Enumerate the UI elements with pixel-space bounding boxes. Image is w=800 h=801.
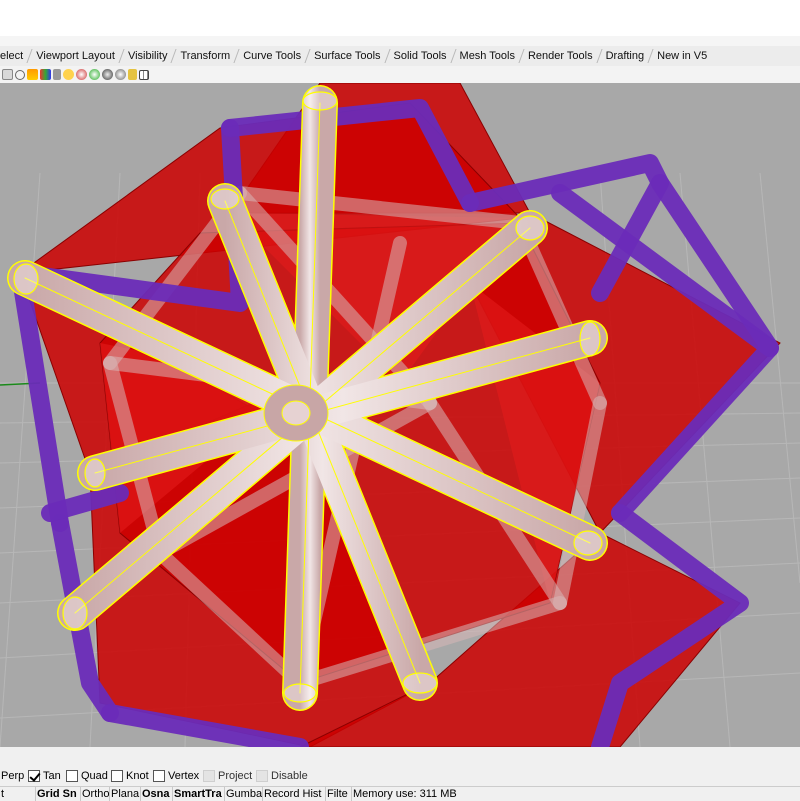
status-record-history[interactable]: Record Hist [263, 787, 326, 801]
checkbox-icon[interactable] [66, 770, 78, 782]
tab-new-in-v5[interactable]: New in V5 [657, 46, 707, 66]
zoom-icon[interactable] [15, 69, 25, 80]
perspective-viewport[interactable] [0, 83, 800, 747]
tab-separator [233, 49, 240, 63]
tab-render-tools[interactable]: Render Tools [528, 46, 593, 66]
tab-separator [596, 49, 603, 63]
checkbox-disabled-icon[interactable] [256, 770, 268, 782]
osnap-vertex-label: Vertex [168, 770, 200, 782]
render-icon[interactable] [27, 69, 38, 80]
status-units[interactable]: t [0, 787, 36, 801]
osnap-perp-label: Perp [1, 770, 25, 782]
osnap-knot-label: Knot [126, 770, 149, 782]
osnap-disable[interactable]: Disable [256, 766, 308, 786]
color-icon[interactable] [40, 69, 51, 80]
tab-curve-tools[interactable]: Curve Tools [243, 46, 301, 66]
osnap-quad-label: Quad [81, 770, 108, 782]
osnap-quad[interactable]: Quad [66, 766, 108, 786]
tab-select[interactable]: elect [0, 46, 23, 66]
status-ortho[interactable]: Ortho [81, 787, 110, 801]
status-smarttrack[interactable]: SmartTra [173, 787, 225, 801]
viewport-tab-strip [0, 747, 800, 766]
tab-mesh-tools[interactable]: Mesh Tools [460, 46, 515, 66]
command-area[interactable] [0, 0, 800, 37]
osnap-tan[interactable]: Tan [28, 766, 61, 786]
tab-separator [518, 49, 525, 63]
status-grid-snap[interactable]: Grid Sn [36, 787, 81, 801]
grid-snap-icon[interactable] [139, 69, 149, 80]
checkbox-icon[interactable] [153, 770, 165, 782]
tab-viewport-layout[interactable]: Viewport Layout [36, 46, 115, 66]
status-bar: t Grid Sn Ortho Plana Osna SmartTra Gumb… [0, 786, 800, 801]
tab-separator [26, 49, 33, 63]
osnap-tan-label: Tan [43, 770, 61, 782]
osnap-project[interactable]: Project [203, 766, 252, 786]
checkbox-icon[interactable] [111, 770, 123, 782]
tab-separator [170, 49, 178, 63]
checkbox-disabled-icon[interactable] [203, 770, 215, 782]
lock-icon[interactable] [53, 69, 61, 80]
osnap-project-label: Project [218, 770, 253, 782]
light-icon[interactable] [63, 69, 74, 80]
status-osnap[interactable]: Osna [141, 787, 173, 801]
tab-transform[interactable]: Transform [180, 46, 230, 66]
status-filter[interactable]: Filte [326, 787, 352, 801]
tab-separator [647, 49, 654, 63]
viewport-canvas[interactable] [0, 83, 800, 747]
tab-surface-tools[interactable]: Surface Tools [314, 46, 380, 66]
status-gumball[interactable]: Gumba [225, 787, 263, 801]
osnap-disable-label: Disable [271, 770, 308, 782]
center-hub [263, 384, 329, 442]
osnap-bar: Perp Tan Quad Knot Vertex Project Disabl… [0, 766, 800, 786]
tab-drafting[interactable]: Drafting [606, 46, 645, 66]
tab-solid-tools[interactable]: Solid Tools [394, 46, 447, 66]
osnap-vertex[interactable]: Vertex [153, 766, 199, 786]
status-memory-use: Memory use: 311 MB [353, 788, 457, 800]
tab-separator [383, 49, 391, 63]
toolbar-tab-bar: elect Viewport Layout Visibility Transfo… [0, 46, 800, 67]
wand-icon[interactable] [115, 69, 126, 80]
material-icon[interactable] [102, 69, 113, 80]
osnap-knot[interactable]: Knot [111, 766, 149, 786]
checkbox-checked-icon[interactable] [28, 770, 40, 782]
status-planar[interactable]: Plana [110, 787, 141, 801]
tab-visibility[interactable]: Visibility [128, 46, 168, 66]
sphere-icon[interactable] [89, 69, 100, 80]
icon-toolbar [0, 66, 800, 84]
tab-separator [118, 49, 125, 63]
select-icon[interactable] [2, 69, 13, 80]
command-prompt-strip [0, 36, 800, 46]
tab-separator [449, 49, 457, 63]
cursor-icon[interactable] [128, 69, 137, 80]
shade-icon[interactable] [76, 69, 87, 80]
tab-separator [304, 49, 311, 63]
osnap-perp[interactable]: Perp [1, 766, 24, 786]
